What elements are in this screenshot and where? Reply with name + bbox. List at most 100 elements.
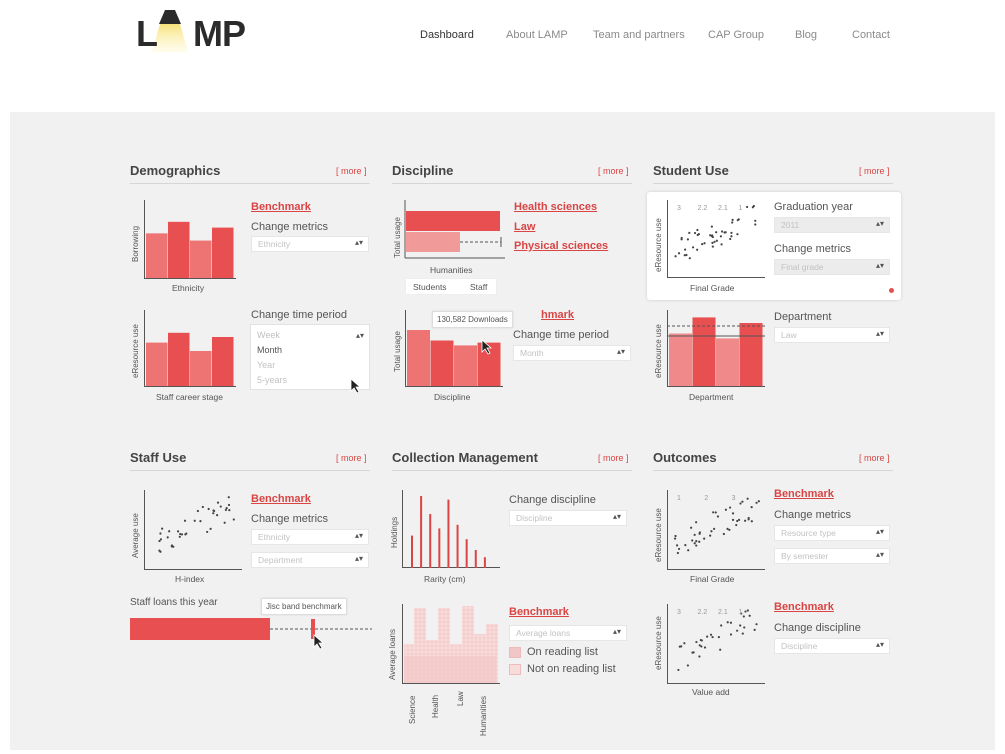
department-select[interactable]: Law ▴▾ xyxy=(774,327,890,343)
data-point xyxy=(675,544,679,547)
data-point xyxy=(715,239,718,242)
nav-cap-group[interactable]: CAP Group xyxy=(708,29,764,41)
discipline-c1-ylabel: Total usage xyxy=(393,217,402,258)
demographics-c2-xlabel: Staff career stage xyxy=(156,392,223,402)
data-point xyxy=(209,527,212,530)
time-option-week[interactable]: Week xyxy=(257,328,363,343)
time-option-5-years[interactable]: 5-years xyxy=(257,373,363,388)
data-point xyxy=(739,502,742,505)
student-use-more-link[interactable]: [ more ] xyxy=(859,166,890,176)
select-caret-icon: ▴▾ xyxy=(612,627,621,636)
downloads-tooltip: 130,582 Downloads xyxy=(432,311,513,328)
outcomes-final-grade-scatter: 1 2 3 xyxy=(667,490,765,570)
discipline-time-select[interactable]: Month ▴▾ xyxy=(513,345,631,361)
staff-metric-select-2[interactable]: Department ▴▾ xyxy=(251,552,369,568)
student-metric-select[interactable]: Final grade ▴▾ xyxy=(774,259,890,275)
select-caret-icon: ▴▾ xyxy=(354,554,363,563)
toggle-students[interactable]: Students xyxy=(413,282,447,292)
discipline-c2-xlabel: Discipline xyxy=(434,392,471,402)
discipline-link-law[interactable]: Law xyxy=(514,221,535,233)
data-point xyxy=(751,206,754,209)
data-point xyxy=(158,539,161,543)
graduation-year-label: Graduation year xyxy=(774,201,853,213)
discipline-link-physical[interactable]: Physical sciences xyxy=(514,240,608,252)
discipline-more-link[interactable]: [ more ] xyxy=(598,166,629,176)
legend-on-reading-list[interactable]: On reading list xyxy=(509,646,598,658)
demographics-more-link[interactable]: [ more ] xyxy=(336,166,367,176)
staff-benchmark-link[interactable]: Benchmark xyxy=(251,493,311,505)
data-point xyxy=(755,501,758,504)
band-label: 2.1 xyxy=(718,609,728,616)
data-point xyxy=(713,240,716,243)
outcomes-change-metrics-label: Change metrics xyxy=(774,509,852,521)
collection-benchmark-link[interactable]: Benchmark xyxy=(509,606,569,618)
outcomes-metric-value-2: By semester xyxy=(781,551,829,561)
outcomes-benchmark-link-2[interactable]: Benchmark xyxy=(774,601,834,613)
demographics-metric-select[interactable]: Ethnicity ▴▾ xyxy=(251,236,369,252)
data-point xyxy=(710,530,713,533)
time-option-year[interactable]: Year xyxy=(257,358,363,373)
status-dot xyxy=(889,288,894,293)
data-point xyxy=(711,241,714,244)
lamp-logo[interactable]: L MP xyxy=(136,8,261,54)
data-point xyxy=(691,246,695,249)
toggle-staff[interactable]: Staff xyxy=(470,282,487,292)
data-point xyxy=(207,507,210,511)
nav-team[interactable]: Team and partners xyxy=(593,29,685,41)
nav-contact[interactable]: Contact xyxy=(852,29,890,41)
graduation-year-select[interactable]: 2011 ▴▾ xyxy=(774,217,890,233)
time-option-month[interactable]: Month xyxy=(257,343,363,358)
nav-dashboard[interactable]: Dashboard xyxy=(420,29,474,41)
staff-use-scatter xyxy=(144,490,242,570)
data-point xyxy=(696,228,699,232)
select-caret-icon: ▴▾ xyxy=(616,347,625,356)
student-c1-xlabel: Final Grade xyxy=(690,283,735,293)
data-point xyxy=(729,633,733,636)
data-point xyxy=(706,635,709,638)
student-use-divider xyxy=(653,183,893,184)
data-point xyxy=(709,534,712,537)
data-point xyxy=(180,533,184,536)
staff-metric-select-1[interactable]: Ethnicity ▴▾ xyxy=(251,529,369,545)
data-point xyxy=(731,518,735,521)
nav-about[interactable]: About LAMP xyxy=(506,29,568,41)
staff-use-more-link[interactable]: [ more ] xyxy=(336,453,367,463)
legend-label: Not on reading list xyxy=(527,663,616,675)
demographics-borrowing-chart xyxy=(144,200,236,279)
outcomes-benchmark-link[interactable]: Benchmark xyxy=(774,488,834,500)
legend-not-on-reading-list[interactable]: Not on reading list xyxy=(509,663,616,675)
data-point xyxy=(731,512,735,515)
demographics-benchmark-link[interactable]: Benchmark xyxy=(251,201,311,213)
data-point xyxy=(703,646,707,649)
data-point xyxy=(206,530,209,534)
student-c2-xlabel: Department xyxy=(689,392,734,402)
discipline-total-usage-chart xyxy=(404,200,505,259)
data-point xyxy=(730,235,733,238)
department-value: Law xyxy=(781,330,797,340)
discipline-link-health[interactable]: Health sciences xyxy=(514,201,597,213)
average-loans-select[interactable]: Average loans ▴▾ xyxy=(509,625,627,641)
outcomes-metric-select-1[interactable]: Resource type ▴▾ xyxy=(774,525,890,541)
outcomes-discipline-select[interactable]: Discipline ▴▾ xyxy=(774,638,890,654)
select-caret-icon: ▴▾ xyxy=(875,261,884,270)
outcomes-c2-xlabel: Value add xyxy=(692,687,730,697)
data-point xyxy=(703,537,706,540)
data-point xyxy=(159,550,162,553)
outcomes-metric-select-2[interactable]: By semester ▴▾ xyxy=(774,548,890,564)
data-point xyxy=(700,639,703,642)
data-point xyxy=(720,624,723,627)
outcomes-more-link[interactable]: [ more ] xyxy=(859,453,890,463)
nav-blog[interactable]: Blog xyxy=(795,29,817,41)
data-point xyxy=(709,633,713,636)
discipline-benchmark-link-partial[interactable]: hmark xyxy=(541,309,574,321)
demographics-metric-value: Ethnicity xyxy=(258,239,291,249)
data-point xyxy=(710,225,713,228)
collection-discipline-select[interactable]: Discipline ▴▾ xyxy=(509,510,627,526)
data-point xyxy=(729,237,732,241)
data-point xyxy=(711,245,714,248)
data-point xyxy=(232,518,235,521)
collection-c2-ylabel: Average loans xyxy=(388,629,397,680)
bar xyxy=(146,342,168,386)
collection-more-link[interactable]: [ more ] xyxy=(598,453,629,463)
data-point xyxy=(729,621,733,624)
